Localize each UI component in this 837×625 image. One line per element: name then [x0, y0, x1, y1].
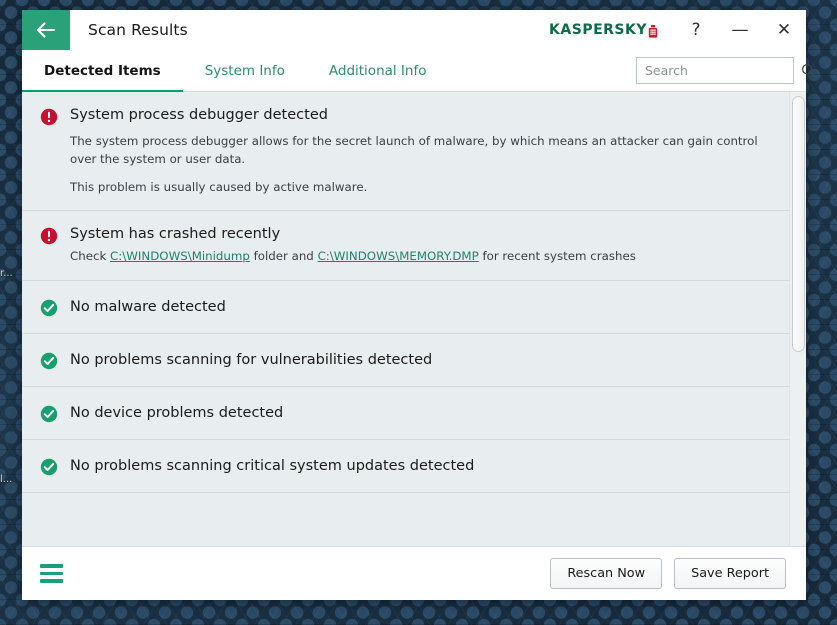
check-circle-icon — [40, 405, 58, 423]
desktop-background: r... l... Scan Results KASPERSKY ? — ✕ D… — [0, 0, 837, 625]
footer-actions: Rescan Now Save Report — [550, 558, 786, 589]
save-report-button[interactable]: Save Report — [674, 558, 786, 589]
table-row[interactable]: No problems scanning for vulnerabilities… — [22, 334, 789, 387]
brand-text: KASPERSKY — [549, 22, 647, 38]
item-title: System has crashed recently — [70, 226, 281, 243]
title-bar: Scan Results KASPERSKY ? — ✕ — [22, 10, 806, 50]
hamburger-bar — [40, 579, 63, 583]
help-button[interactable]: ? — [674, 10, 718, 50]
hamburger-bar — [40, 564, 63, 568]
scrollbar-thumb[interactable] — [792, 96, 805, 352]
item-description-1: The system process debugger allows for t… — [70, 134, 758, 166]
arrow-left-icon — [35, 22, 57, 38]
tab-additional-info[interactable]: Additional Info — [307, 50, 449, 92]
check-circle-icon — [40, 458, 58, 476]
row-content: No problems scanning for vulnerabilities… — [70, 351, 769, 369]
memory-dmp-link[interactable]: C:\WINDOWS\MEMORY.DMP — [318, 249, 479, 263]
desktop-icon-label-1: r... — [0, 268, 13, 279]
item-title: No problems scanning for vulnerabilities… — [70, 351, 433, 368]
search-input[interactable] — [645, 63, 801, 78]
hamburger-menu-icon[interactable] — [40, 564, 63, 583]
row-content: No problems scanning critical system upd… — [70, 457, 769, 475]
error-exclamation-icon — [40, 227, 58, 245]
row-content: No malware detected — [70, 298, 769, 316]
tab-system-info[interactable]: System Info — [183, 50, 307, 92]
hamburger-bar — [40, 571, 63, 576]
item-title: No problems scanning critical system upd… — [70, 457, 475, 474]
search-box[interactable] — [636, 57, 816, 84]
table-row[interactable]: No malware detected — [22, 281, 789, 334]
item-title: No malware detected — [70, 298, 226, 315]
detail-middle: folder and — [249, 249, 318, 264]
desktop-icon-label-2: l... — [0, 474, 13, 485]
row-content: System has crashed recently Check C:\WIN… — [70, 225, 769, 266]
results-content-area: System process debugger detected The sys… — [22, 92, 806, 546]
item-title: No device problems detected — [70, 404, 284, 421]
item-description-2: This problem is usually caused by active… — [70, 179, 368, 194]
row-content: System process debugger detected The sys… — [70, 106, 769, 196]
close-button[interactable]: ✕ — [762, 10, 806, 50]
check-circle-icon — [40, 299, 58, 317]
rescan-now-button[interactable]: Rescan Now — [550, 558, 663, 589]
page-title: Scan Results — [88, 21, 188, 39]
vertical-scrollbar[interactable] — [789, 92, 806, 546]
error-exclamation-icon — [40, 108, 58, 126]
detail-prefix: Check — [70, 249, 111, 264]
tab-detected-items[interactable]: Detected Items — [22, 50, 183, 93]
window-controls: ? — ✕ — [674, 10, 806, 50]
item-description: Check C:\WINDOWS\Minidump folder and C:\… — [70, 248, 769, 266]
detected-items-list: System process debugger detected The sys… — [22, 92, 789, 546]
table-row[interactable]: System process debugger detected The sys… — [22, 92, 789, 212]
table-row[interactable]: No device problems detected — [22, 387, 789, 440]
table-row[interactable]: No problems scanning critical system upd… — [22, 440, 789, 493]
minimize-button[interactable]: — — [718, 10, 762, 50]
check-circle-icon — [40, 352, 58, 370]
kaspersky-logo: KASPERSKY — [549, 10, 674, 50]
brand-mark-icon — [648, 24, 658, 38]
scan-results-window: Scan Results KASPERSKY ? — ✕ Detected It… — [22, 10, 816, 600]
detail-suffix: for recent system crashes — [478, 249, 636, 264]
minidump-folder-link[interactable]: C:\WINDOWS\Minidump — [110, 249, 250, 263]
table-row[interactable]: System has crashed recently Check C:\WIN… — [22, 211, 789, 281]
footer-bar: Rescan Now Save Report — [22, 546, 806, 600]
row-content: No device problems detected — [70, 404, 769, 422]
back-button[interactable] — [22, 10, 70, 50]
item-title: System process debugger detected — [70, 107, 328, 123]
tab-bar: Detected Items System Info Additional In… — [22, 50, 816, 93]
search-icon[interactable] — [801, 63, 816, 78]
